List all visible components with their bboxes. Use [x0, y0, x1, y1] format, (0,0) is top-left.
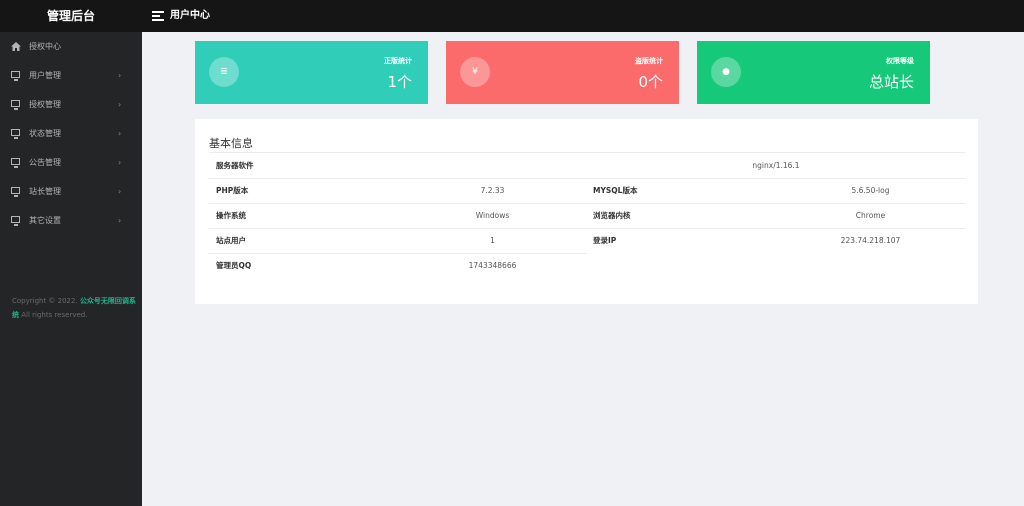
info-value: 7.2.33	[480, 186, 505, 195]
sidebar-item-auth-center[interactable]: 授权中心	[0, 32, 142, 61]
info-value: 5.6.50-log	[851, 186, 890, 195]
stat-label: 盗版统计	[635, 57, 663, 65]
info-value: Windows	[475, 211, 510, 220]
list-icon: ≣	[209, 57, 239, 87]
monitor-icon	[11, 158, 20, 168]
monitor-icon	[11, 100, 20, 110]
yen-icon: ¥	[460, 57, 490, 87]
monitor-icon	[11, 216, 20, 226]
stat-value: 1个	[387, 73, 412, 91]
sidebar-item-label: 用户管理	[29, 71, 61, 80]
sidebar-item-label: 公告管理	[29, 158, 61, 167]
top-bar: 管理后台 用户中心	[0, 0, 1024, 32]
info-key: 管理员QQ	[216, 261, 252, 270]
info-key: 操作系统	[216, 211, 246, 220]
stat-label: 正版统计	[384, 57, 412, 65]
copyright-suffix: All rights reserved.	[21, 311, 88, 319]
monitor-icon	[11, 129, 20, 139]
chevron-right-icon: ›	[118, 187, 122, 196]
basic-info-panel: 基本信息 服务器软件 nginx/1.16.1 PHP版本 7.2.33 MYS…	[195, 119, 978, 304]
sidebar-item-label: 其它设置	[29, 216, 61, 225]
info-value: Chrome	[855, 211, 886, 220]
info-value: nginx/1.16.1	[752, 161, 800, 170]
info-value: 1743348666	[468, 261, 517, 270]
stat-card-genuine: ≣ 正版统计 1个	[195, 41, 428, 104]
copyright-prefix: Copyright © 2022.	[12, 297, 78, 305]
info-key: 站点用户	[216, 236, 246, 245]
info-key: 浏览器内核	[593, 211, 631, 220]
chevron-right-icon: ›	[118, 216, 122, 225]
brand-title[interactable]: 管理后台	[0, 0, 142, 32]
home-icon	[11, 42, 21, 51]
info-key: MYSQL版本	[593, 186, 638, 195]
copyright-text: Copyright © 2022. 公众号无限回调系统 All rights r…	[12, 294, 136, 322]
user-circle-icon: ●	[711, 57, 741, 87]
sidebar-item-status-management[interactable]: 状态管理 ›	[0, 119, 142, 148]
panel-title: 基本信息	[209, 137, 253, 150]
sidebar-item-label: 站长管理	[29, 187, 61, 196]
stat-card-permission-level: ● 权限等级 总站长	[697, 41, 930, 104]
sidebar-item-auth-management[interactable]: 授权管理 ›	[0, 90, 142, 119]
chevron-right-icon: ›	[118, 71, 122, 80]
sidebar-item-other-settings[interactable]: 其它设置 ›	[0, 206, 142, 235]
info-value: 223.74.218.107	[840, 236, 901, 245]
sidebar: 授权中心 用户管理 › 授权管理 › 状态管理 › 公告管理 › 站长管理 › …	[0, 32, 142, 506]
monitor-icon	[11, 187, 20, 197]
page-title: 用户中心	[170, 10, 210, 21]
stat-value: 0个	[638, 73, 663, 91]
stat-card-pirated: ¥ 盗版统计 0个	[446, 41, 679, 104]
sidebar-item-user-management[interactable]: 用户管理 ›	[0, 61, 142, 90]
chevron-right-icon: ›	[118, 129, 122, 138]
chevron-right-icon: ›	[118, 158, 122, 167]
sidebar-item-label: 授权管理	[29, 100, 61, 109]
menu-toggle-icon[interactable]	[152, 11, 164, 21]
sidebar-item-announcement-management[interactable]: 公告管理 ›	[0, 148, 142, 177]
info-key: 服务器软件	[216, 161, 254, 170]
stat-value: 总站长	[868, 73, 914, 91]
sidebar-item-label: 授权中心	[29, 42, 61, 51]
monitor-icon	[11, 71, 20, 81]
info-key: PHP版本	[216, 186, 249, 195]
sidebar-item-admin-management[interactable]: 站长管理 ›	[0, 177, 142, 206]
chevron-right-icon: ›	[118, 100, 122, 109]
stat-label: 权限等级	[886, 57, 914, 65]
info-value: 1	[490, 236, 495, 245]
info-key: 登录IP	[593, 236, 617, 245]
sidebar-item-label: 状态管理	[29, 129, 61, 138]
